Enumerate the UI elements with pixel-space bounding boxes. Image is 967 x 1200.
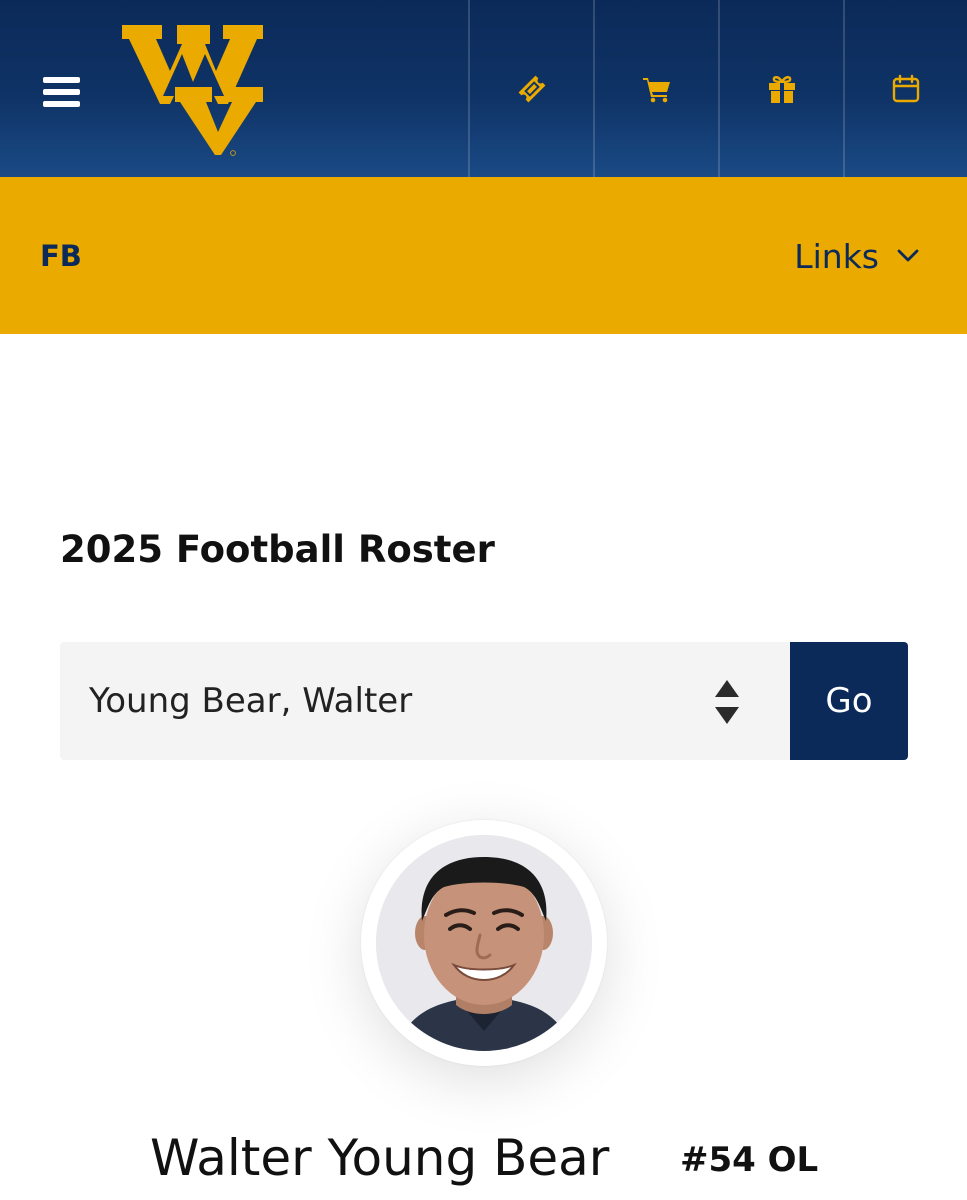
hamburger-menu-icon[interactable]: [43, 77, 80, 107]
player-headshot: [376, 835, 592, 1051]
gift-icon: [769, 75, 795, 103]
player-photo: [376, 835, 592, 1051]
sort-arrows-icon: [715, 680, 739, 724]
player-number-position: #54 OL: [680, 1140, 819, 1180]
flying-wv-logo[interactable]: [120, 22, 265, 157]
shopping-cart-icon: [643, 77, 670, 102]
menu-bar: [43, 89, 80, 95]
chevron-down-icon: [897, 249, 919, 262]
ticket-icon: [518, 75, 546, 102]
sport-label[interactable]: FB: [40, 238, 82, 274]
player-select[interactable]: Young Bear, Walter: [60, 642, 790, 760]
links-label: Links: [794, 236, 879, 276]
site-header: [0, 0, 967, 177]
page-title: 2025 Football Roster: [60, 528, 495, 571]
links-dropdown-button[interactable]: Links: [794, 234, 919, 278]
player-headshot-frame: [361, 820, 607, 1066]
menu-bar: [43, 101, 80, 107]
tickets-nav-button[interactable]: [468, 0, 594, 177]
shop-nav-button[interactable]: [593, 0, 719, 177]
calendar-icon: [892, 74, 920, 102]
gift-nav-button[interactable]: [718, 0, 844, 177]
go-button[interactable]: Go: [790, 642, 908, 760]
player-name: Walter Young Bear: [150, 1129, 610, 1187]
calendar-nav-button[interactable]: [843, 0, 967, 177]
player-select-value: Young Bear, Walter: [89, 681, 413, 721]
menu-bar: [43, 77, 80, 83]
